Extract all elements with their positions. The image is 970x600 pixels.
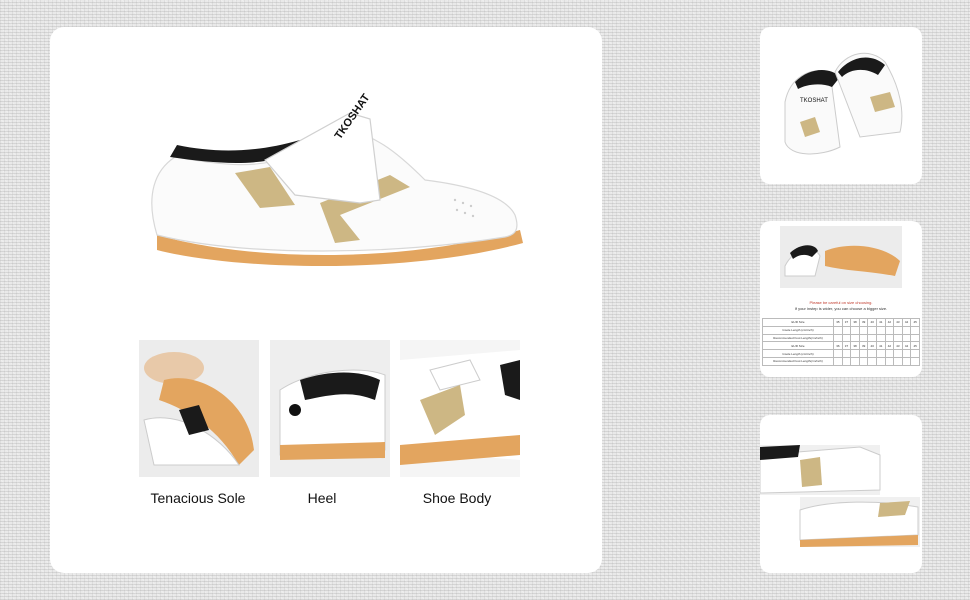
size-table-cell: 41 xyxy=(876,318,886,327)
size-table-cell xyxy=(893,349,903,358)
size-table-cell xyxy=(841,356,852,366)
size-table-cell: 37 xyxy=(841,318,852,327)
size-table-cell xyxy=(901,333,912,343)
size-table-cell xyxy=(858,325,869,335)
size-table-cell: 36 xyxy=(833,341,843,351)
size-table-cell xyxy=(910,349,920,358)
size-table-cell xyxy=(841,349,852,358)
size-table-cell xyxy=(833,356,843,366)
size-table-cell xyxy=(893,325,903,335)
detail-image-heel xyxy=(270,340,390,477)
size-table-cell xyxy=(884,349,895,358)
size-table-cell xyxy=(876,349,886,358)
size-table-cell: 45 xyxy=(910,341,920,351)
size-table-cell xyxy=(850,333,860,343)
size-table-cell: 43 xyxy=(893,318,903,327)
detail-image-sole xyxy=(139,340,259,477)
size-table-cell: EUR Size xyxy=(761,318,835,327)
size-table-cell: 39 xyxy=(858,318,869,327)
size-note-line-2: If your instep is wider, you can choose … xyxy=(794,306,888,311)
size-table-cell xyxy=(858,349,869,358)
size-table-row: Recommended Foot Length(cm/inch) xyxy=(761,333,920,343)
size-table-cell xyxy=(858,356,869,366)
size-table-cell: EUR Size xyxy=(761,341,835,351)
size-table-cell xyxy=(833,333,843,343)
size-table-cell: 42 xyxy=(884,318,895,327)
size-table-cell: 35 xyxy=(833,318,843,327)
size-table-cell xyxy=(876,356,886,366)
size-table-cell: Insole Length (cm/inch) xyxy=(761,349,835,358)
size-table-cell xyxy=(850,356,860,366)
size-table-cell xyxy=(867,356,877,366)
size-table-row: Insole Length (cm/inch) xyxy=(761,325,920,335)
caption-shoe-body: Shoe Body xyxy=(422,490,492,506)
size-table-cell: 45 xyxy=(910,318,920,327)
size-table-row: Recommended Foot Length(cm/inch) xyxy=(761,356,920,366)
detail-image-shoe-body xyxy=(400,340,520,477)
size-table-row: Insole Length (cm/inch) xyxy=(761,349,920,358)
size-table-cell xyxy=(833,349,843,358)
size-table-cell xyxy=(867,325,877,335)
thumb-brand-text: TKOSHAT xyxy=(800,98,828,104)
size-table-cell: 44 xyxy=(901,341,912,351)
size-table-cell xyxy=(901,356,912,366)
size-table-cell: 40 xyxy=(867,341,877,351)
size-table-cell xyxy=(876,333,886,343)
hero-shoe-image: TKOSHAT xyxy=(151,92,523,267)
size-table-cell xyxy=(901,325,912,335)
size-table-cell: 43 xyxy=(893,341,903,351)
size-table-cell: 37 xyxy=(841,341,852,351)
size-table-cell: 38 xyxy=(850,318,860,327)
size-table-cell xyxy=(850,325,860,335)
size-table-cell xyxy=(841,333,852,343)
thumbnail-closeup-view[interactable] xyxy=(759,415,922,573)
size-table-cell xyxy=(910,333,920,343)
size-table-cell xyxy=(901,349,912,358)
size-table-cell xyxy=(833,325,843,335)
size-note-line-1: Please be careful on size choosing. xyxy=(809,300,873,305)
size-table-cell: Recommended Foot Length(cm/inch) xyxy=(761,356,835,366)
size-table-cell: 38 xyxy=(850,341,860,351)
size-table-cell xyxy=(893,333,903,343)
size-table-cell xyxy=(867,333,877,343)
size-table-cell xyxy=(884,356,895,366)
size-table-cell xyxy=(858,333,869,343)
size-table-cell: 39 xyxy=(858,341,869,351)
size-table-cell: Insole Length (cm/inch) xyxy=(761,325,835,335)
size-table-row: EUR Size 36 37 38 39 40 41 42 43 44 45 xyxy=(761,341,920,351)
thumbnail-pair-view[interactable]: TKOSHAT xyxy=(760,27,922,184)
size-table-cell xyxy=(876,325,886,335)
size-table-cell xyxy=(893,356,903,366)
size-table-cell: 41 xyxy=(876,341,886,351)
size-table-cell xyxy=(884,333,895,343)
size-chart-table: EUR Size 35 37 38 39 40 41 42 43 44 45 Insole Lengt… xyxy=(761,318,920,366)
size-table-cell xyxy=(910,356,920,366)
size-table-row: EUR Size 35 37 38 39 40 41 42 43 44 45 xyxy=(761,318,920,327)
size-table-cell: 44 xyxy=(901,318,912,327)
size-table-cell xyxy=(850,349,860,358)
size-table-cell xyxy=(841,325,852,335)
size-table-cell: 40 xyxy=(867,318,877,327)
size-table-cell: 42 xyxy=(884,341,895,351)
size-table-cell xyxy=(884,325,895,335)
size-table-cell xyxy=(867,349,877,358)
size-table-cell: Recommended Foot Length(cm/inch) xyxy=(761,333,835,343)
size-table-cell xyxy=(910,325,920,335)
